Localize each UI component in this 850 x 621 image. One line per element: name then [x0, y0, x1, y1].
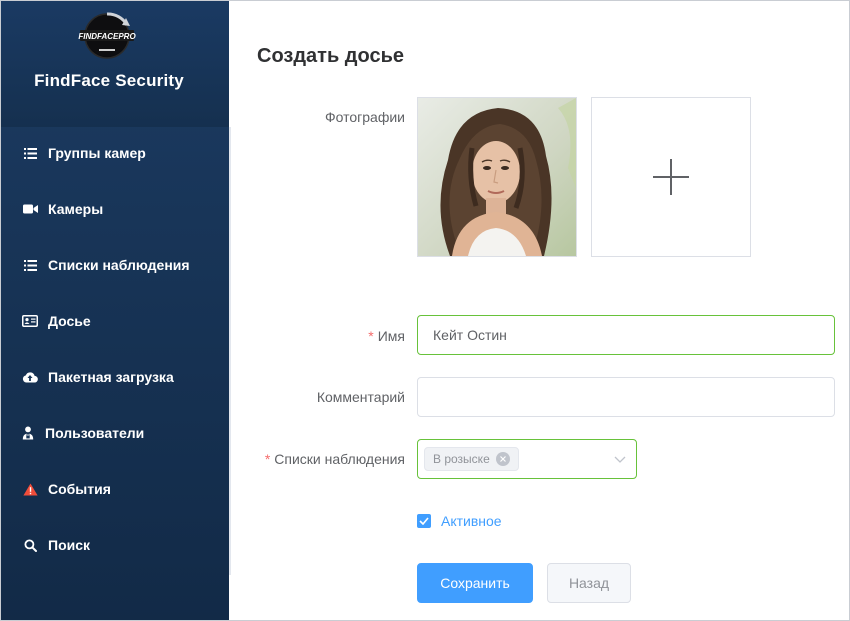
sidebar-item-label: Камеры — [48, 201, 104, 217]
save-button[interactable]: Сохранить — [417, 563, 533, 603]
warning-icon — [22, 481, 38, 497]
sidebar-item-dossiers[interactable]: Досье — [1, 301, 229, 341]
page-title: Создать досье — [257, 45, 404, 67]
checkmark-icon — [419, 517, 429, 525]
brand-title: FindFace Security — [34, 71, 184, 90]
watchlists-label: * Списки наблюдения — [264, 451, 405, 467]
sidebar: FINDFACEPRO FindFace Security Группы кам… — [1, 1, 229, 620]
sidebar-item-search[interactable]: Поиск — [1, 525, 229, 565]
dossier-photo[interactable] — [417, 97, 577, 257]
sidebar-item-label: Досье — [48, 313, 91, 329]
name-input[interactable]: Кейт Остин — [417, 315, 835, 355]
watchlist-tag-label: В розыске — [433, 452, 490, 466]
sidebar-item-cameras[interactable]: Камеры — [1, 189, 229, 229]
active-checkbox[interactable] — [417, 514, 431, 528]
sidebar-item-label: Пользователи — [45, 425, 145, 441]
svg-text:FINDFACEPRO: FINDFACEPRO — [78, 32, 136, 41]
watchlist-tag: В розыске — [424, 447, 519, 471]
sidebar-item-label: Пакетная загрузка — [48, 369, 174, 385]
list-icon — [22, 257, 38, 273]
back-button[interactable]: Назад — [547, 563, 631, 603]
app-window: FINDFACEPRO FindFace Security Группы кам… — [0, 0, 850, 621]
photos-label: Фотографии — [324, 109, 405, 125]
portrait-photo — [418, 98, 576, 256]
sidebar-item-batch-upload[interactable]: Пакетная загрузка — [1, 357, 229, 397]
name-label: * Имя — [368, 328, 405, 344]
tag-close-icon[interactable] — [495, 452, 510, 466]
sidebar-item-users[interactable]: Пользователи — [1, 413, 229, 453]
name-input-value: Кейт Остин — [433, 327, 507, 343]
video-camera-icon — [22, 201, 38, 217]
sidebar-item-camera-groups[interactable]: Группы камер — [1, 133, 229, 173]
active-checkbox-label[interactable]: Активное — [441, 513, 502, 529]
sidebar-item-label: Группы камер — [48, 145, 146, 161]
required-asterisk: * — [264, 451, 271, 467]
brand-header: FINDFACEPRO FindFace Security — [1, 1, 229, 127]
sidebar-item-watchlists[interactable]: Списки наблюдения — [1, 245, 229, 285]
watchlists-select[interactable]: В розыске — [417, 439, 637, 479]
comment-label: Комментарий — [316, 389, 405, 405]
plus-icon — [653, 159, 689, 195]
required-asterisk: * — [368, 328, 374, 344]
cloud-upload-icon — [22, 369, 38, 385]
chevron-down-icon[interactable] — [614, 456, 626, 463]
sidebar-item-label: Поиск — [48, 537, 91, 553]
main-content: Создать досье Фотографии * Имя Кейт Ости… — [230, 1, 849, 620]
search-icon — [22, 537, 38, 553]
user-lock-icon — [20, 425, 36, 441]
sidebar-item-label: События — [48, 481, 111, 497]
id-card-icon — [22, 313, 38, 329]
sidebar-item-events[interactable]: События — [1, 469, 229, 509]
add-photo-button[interactable] — [591, 97, 751, 257]
comment-input[interactable] — [417, 377, 835, 417]
sidebar-item-label: Списки наблюдения — [48, 257, 190, 273]
list-icon — [22, 145, 38, 161]
findface-logo: FINDFACEPRO — [78, 12, 136, 59]
